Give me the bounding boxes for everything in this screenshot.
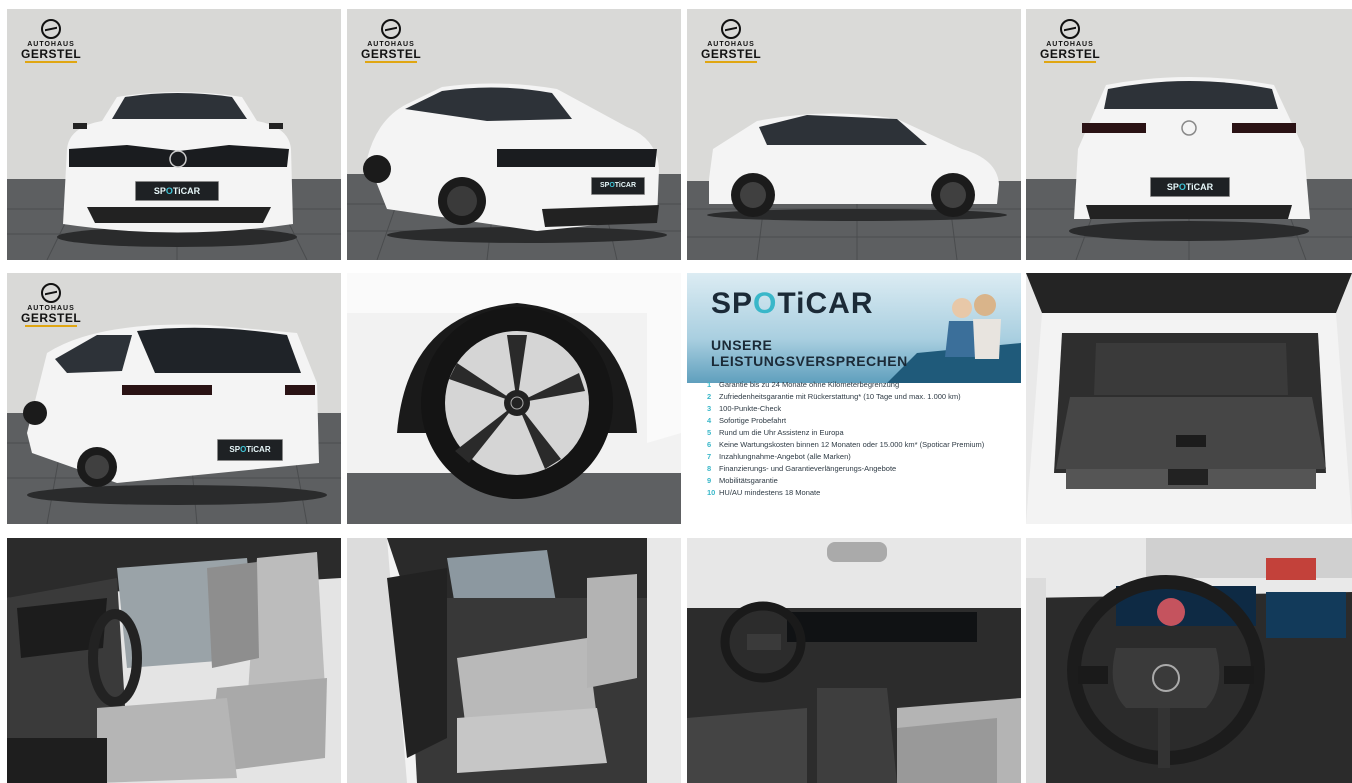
promo-brand-suffix: TiCAR (777, 287, 874, 320)
list-item: 4 Sofortige Probefahrt (707, 415, 984, 427)
list-item: 8 Finanzierungs- und Garantieverlängerung… (707, 463, 984, 475)
gallery-photo-steering-wheel[interactable] (1026, 538, 1352, 783)
plate-prefix: SP (1166, 182, 1179, 192)
dashboard-image (687, 538, 1021, 783)
opel-logo-icon (41, 283, 61, 303)
promo-heading-line1: UNSERE (711, 337, 773, 353)
gallery-photo-trunk[interactable] (1026, 273, 1352, 524)
list-item: 1 Garantie bis zu 24 Monate ohne Kilomete… (707, 379, 984, 391)
list-item: 5 Rund um die Uhr Assistenz in Europa (707, 427, 984, 439)
gallery-photo-rear[interactable]: AUTOHAUS GERSTEL SPOTiCAR (1026, 9, 1352, 260)
list-item-text: Garantie bis zu 24 Monate ohne Kilometer… (719, 380, 900, 389)
list-item-text: Inzahlungnahme-Angebot (alle Marken) (719, 452, 851, 461)
plate-prefix: SP (599, 182, 610, 189)
list-item-text: HU/AU mindestens 18 Monate (719, 488, 821, 497)
gallery-photo-dashboard[interactable] (687, 538, 1021, 783)
list-item-number: 5 (707, 428, 712, 437)
gallery-photo-side[interactable]: AUTOHAUS GERSTEL (687, 9, 1021, 260)
steering-wheel-image (1026, 538, 1352, 783)
list-item-number: 6 (707, 440, 712, 449)
list-item-text: 100-Punkte-Check (719, 404, 782, 413)
list-item-text: Sofortige Probefahrt (719, 416, 787, 425)
dealer-logo-bar (25, 61, 77, 63)
spoticar-promo-card[interactable]: SPOTiCAR UNSERE LEISTUNGSVERSPRECHEN 1 Ga… (687, 273, 1021, 524)
list-item: 3 100-Punkte-Check (707, 403, 984, 415)
license-plate: SPOTiCAR (135, 181, 219, 201)
dealer-logo: AUTOHAUS GERSTEL (701, 19, 761, 63)
list-item-text: Zufriedenheitsgarantie mit Rückerstattun… (719, 392, 961, 401)
list-item-number: 10 (707, 488, 716, 497)
list-item: 10 HU/AU mindestens 18 Monate (707, 487, 984, 499)
list-item-text: Finanzierungs- und Garantieverlängerungs… (719, 464, 897, 473)
wheel-closeup-image (347, 273, 681, 524)
opel-logo-icon (41, 19, 61, 39)
plate-suffix: TiCAR (1185, 182, 1214, 192)
promo-benefits-list: 1 Garantie bis zu 24 Monate ohne Kilomete… (707, 379, 984, 499)
opel-logo-icon (1060, 19, 1080, 39)
list-item-number: 2 (707, 392, 712, 401)
dealer-logo-bar (1044, 61, 1096, 63)
license-plate: SPOTiCAR (217, 439, 283, 461)
dealer-logo-bar (365, 61, 417, 63)
list-item-number: 7 (707, 452, 712, 461)
dealer-logo-line2: GERSTEL (21, 47, 82, 61)
gallery-photo-rear-left[interactable]: AUTOHAUS GERSTEL SPOTiCAR (7, 273, 341, 524)
list-item: 2 Zufriedenheitsgarantie mit Rückerstattu… (707, 391, 984, 403)
list-item-number: 9 (707, 476, 712, 485)
gallery-photo-rear-seats[interactable] (347, 538, 681, 783)
list-item-text: Keine Wartungskosten binnen 12 Monaten o… (719, 440, 985, 449)
plate-suffix: TiCAR (172, 186, 201, 196)
driver-seat-image (7, 538, 341, 783)
promo-brand-accent: O (753, 287, 778, 320)
opel-logo-icon (381, 19, 401, 39)
trunk-image (1026, 273, 1352, 524)
license-plate: SPOTiCAR (1150, 177, 1230, 197)
dealer-logo-line2: GERSTEL (1040, 47, 1101, 61)
rear-seats-image (347, 538, 681, 783)
list-item-number: 1 (707, 380, 712, 389)
dealer-logo-line2: GERSTEL (361, 47, 422, 61)
plate-prefix: SP (153, 186, 166, 196)
dealer-logo-bar (25, 325, 77, 327)
list-item-number: 3 (707, 404, 712, 413)
dealer-logo-line2: GERSTEL (21, 311, 82, 325)
dealer-logo-line2: GERSTEL (701, 47, 762, 61)
dealer-logo: AUTOHAUS GERSTEL (21, 283, 81, 327)
dealer-logo-bar (705, 61, 757, 63)
list-item-number: 4 (707, 416, 712, 425)
promo-brand: SPOTiCAR (711, 287, 874, 321)
promo-heading-line2: LEISTUNGSVERSPRECHEN (711, 353, 908, 369)
gallery-photo-driver-seat[interactable] (7, 538, 341, 783)
list-item: 9 Mobilitätsgarantie (707, 475, 984, 487)
list-item: 7 Inzahlungnahme-Angebot (alle Marken) (707, 451, 984, 463)
plate-accent: O (1178, 182, 1186, 192)
list-item: 6 Keine Wartungskosten binnen 12 Monaten … (707, 439, 984, 451)
dealer-logo: AUTOHAUS GERSTEL (21, 19, 81, 63)
dealer-logo: AUTOHAUS GERSTEL (361, 19, 421, 63)
list-item-text: Rund um die Uhr Assistenz in Europa (719, 428, 844, 437)
opel-logo-icon (721, 19, 741, 39)
plate-accent: O (165, 186, 173, 196)
promo-brand-prefix: SP (711, 287, 754, 320)
gallery-photo-front[interactable]: AUTOHAUS GERSTEL SPOTiCAR (7, 9, 341, 260)
gallery-photo-wheel[interactable] (347, 273, 681, 524)
list-item-number: 8 (707, 464, 712, 473)
plate-suffix: TiCAR (246, 445, 271, 454)
plate-prefix: SP (229, 445, 241, 454)
license-plate: SPOTiCAR (591, 177, 645, 195)
list-item-text: Mobilitätsgarantie (719, 476, 778, 485)
plate-suffix: TiCAR (614, 182, 637, 189)
gallery-photo-front-left[interactable]: AUTOHAUS GERSTEL SPOTiCAR (347, 9, 681, 260)
dealer-logo: AUTOHAUS GERSTEL (1040, 19, 1100, 63)
